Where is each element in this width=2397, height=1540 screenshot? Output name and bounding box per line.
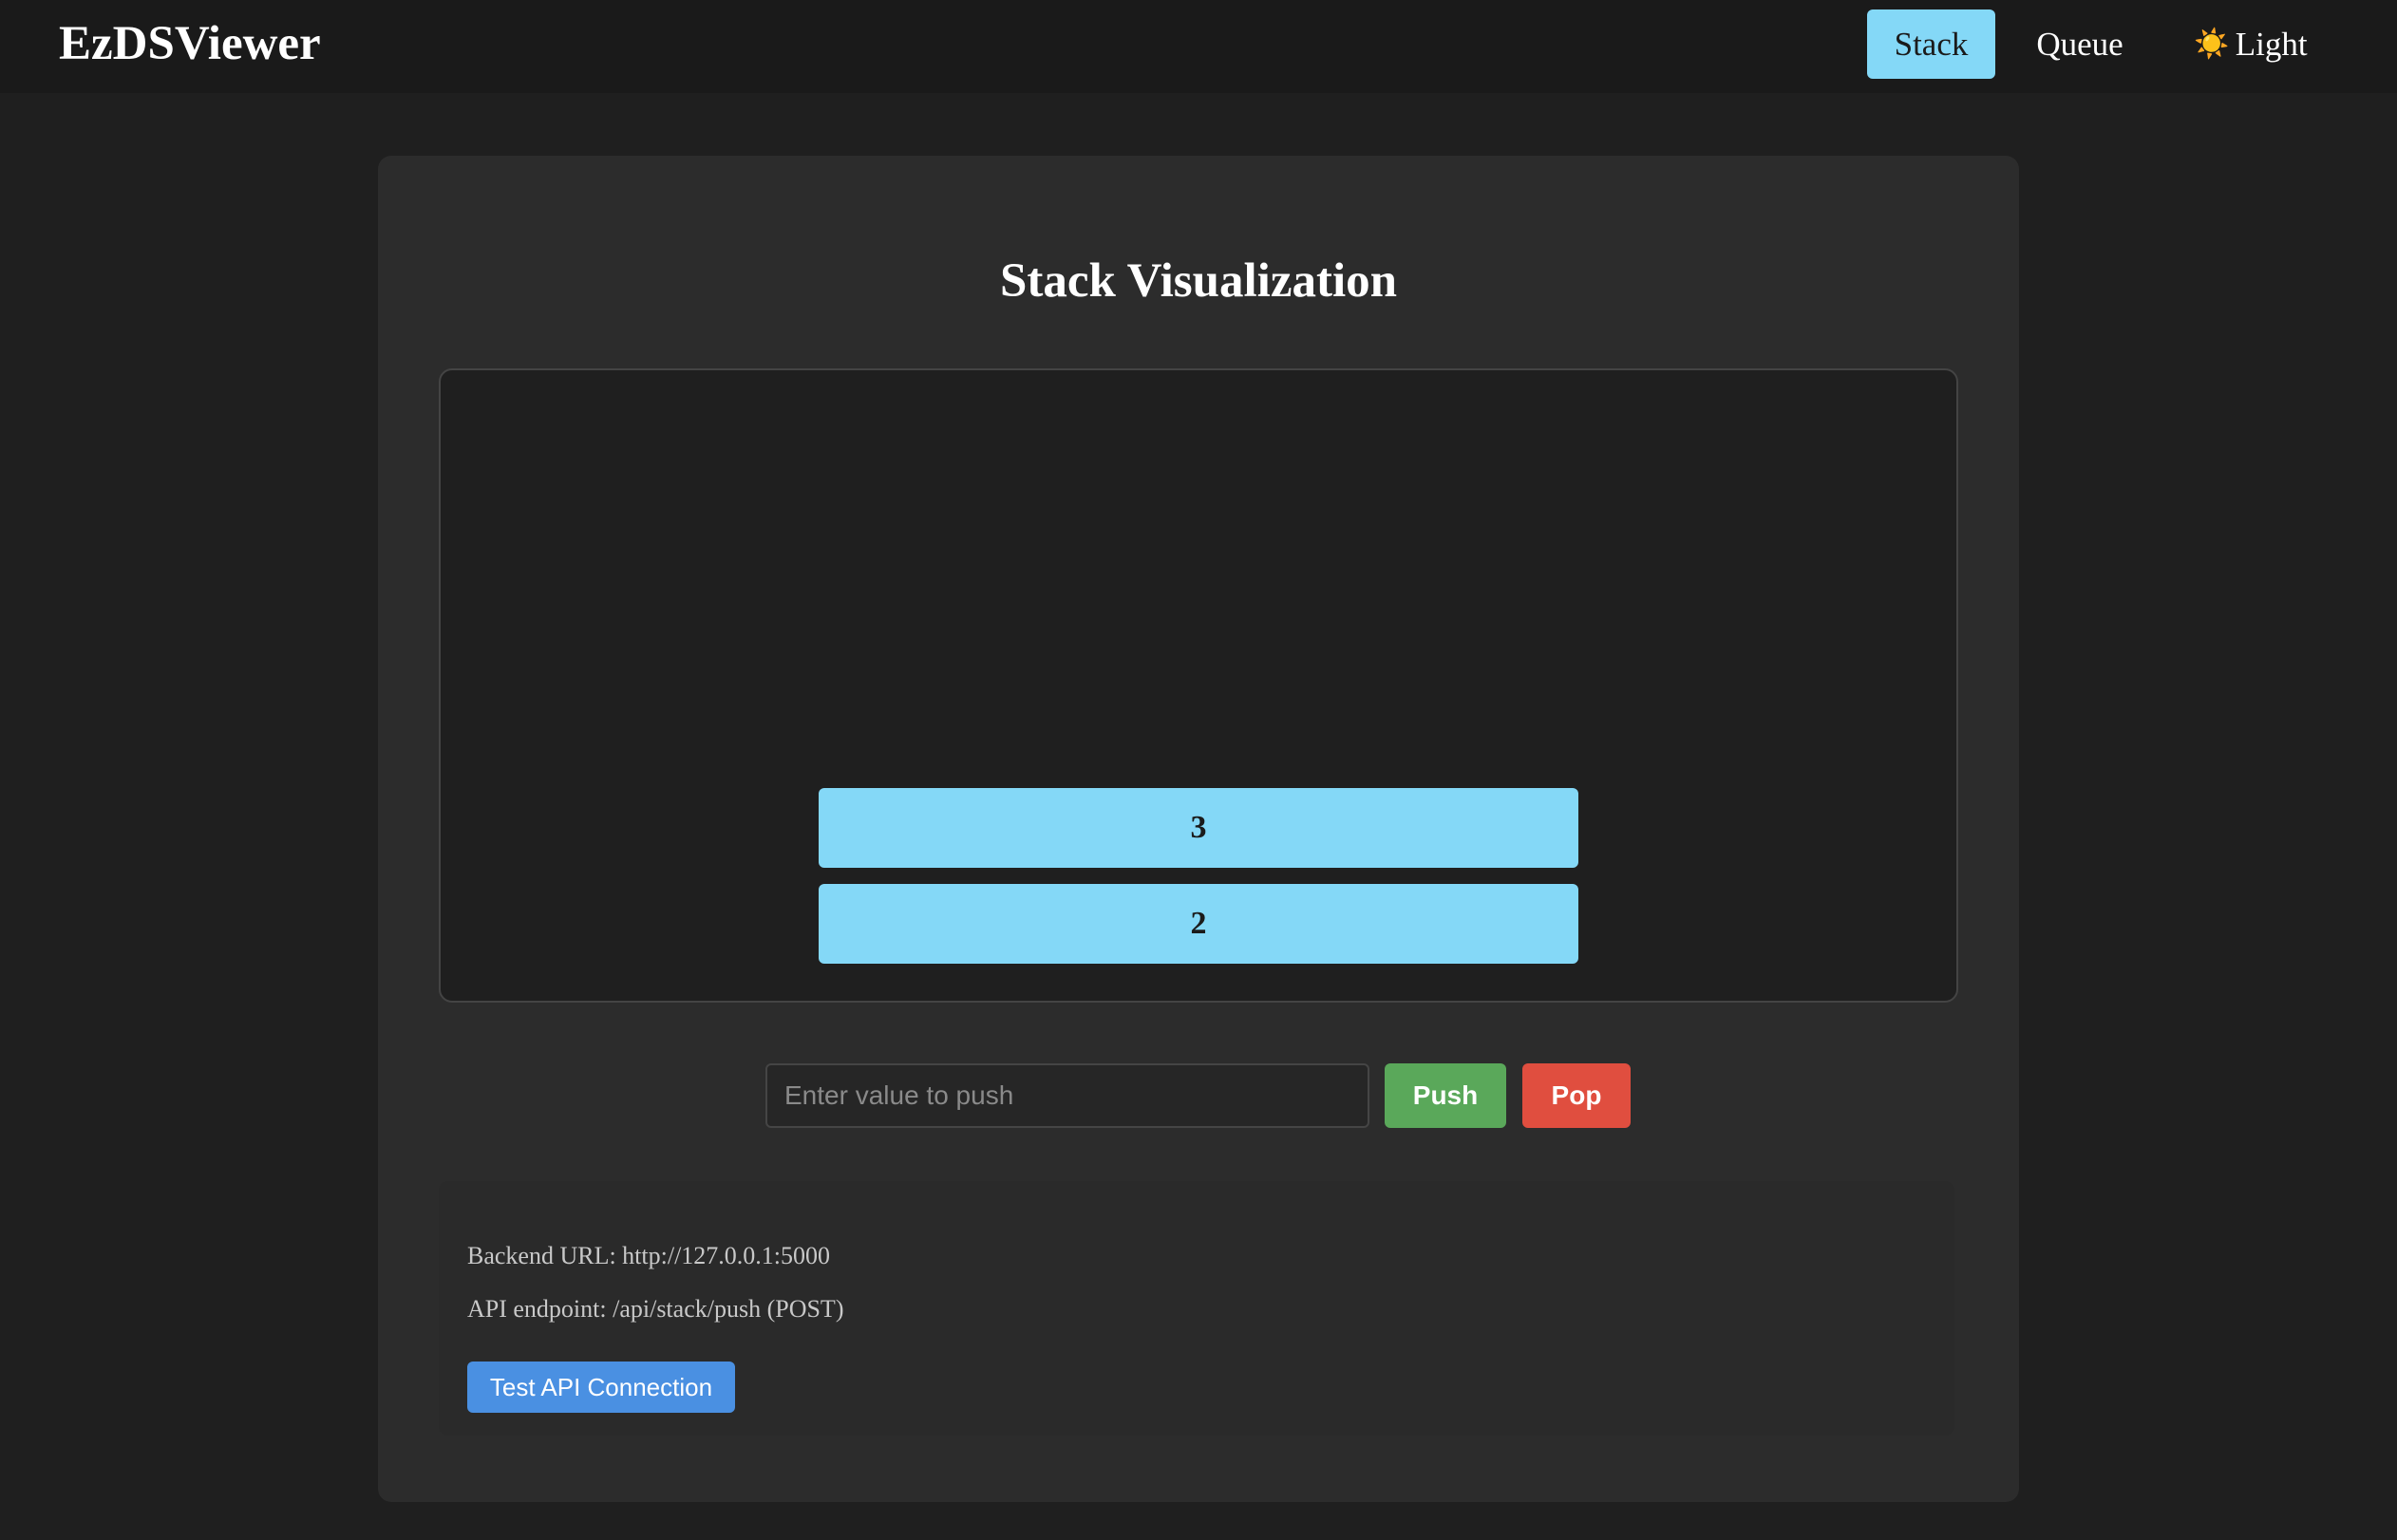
api-info-panel: Backend URL: http://127.0.0.1:5000 API e… <box>439 1181 1954 1436</box>
stack-item-top: 3 <box>819 788 1578 868</box>
push-button[interactable]: Push <box>1385 1063 1506 1128</box>
theme-toggle-label: Light <box>2235 25 2308 63</box>
stack-controls: Push Pop <box>378 1063 2019 1128</box>
api-endpoint-text: API endpoint: /api/stack/push (POST) <box>467 1295 844 1323</box>
main-card: Stack Visualization 3 2 Push Pop Backend… <box>378 156 2019 1502</box>
brand-logo[interactable]: EzDSViewer <box>59 13 321 74</box>
theme-toggle-button[interactable]: ☀️ Light <box>2184 9 2317 79</box>
stack-item: 2 <box>819 884 1578 964</box>
backend-url-text: Backend URL: http://127.0.0.1:5000 <box>467 1242 831 1269</box>
pop-button[interactable]: Pop <box>1522 1063 1631 1128</box>
push-value-input[interactable] <box>765 1063 1369 1128</box>
navbar: EzDSViewer Stack Queue ☀️ Light <box>0 0 2397 93</box>
sun-icon: ☀️ <box>2194 28 2230 60</box>
page-title: Stack Visualization <box>1000 254 1397 308</box>
test-api-connection-button[interactable]: Test API Connection <box>467 1362 735 1413</box>
tab-stack[interactable]: Stack <box>1867 9 1995 79</box>
stack-visualization-area: 3 2 <box>439 368 1958 1003</box>
tab-queue[interactable]: Queue <box>2017 9 2142 79</box>
